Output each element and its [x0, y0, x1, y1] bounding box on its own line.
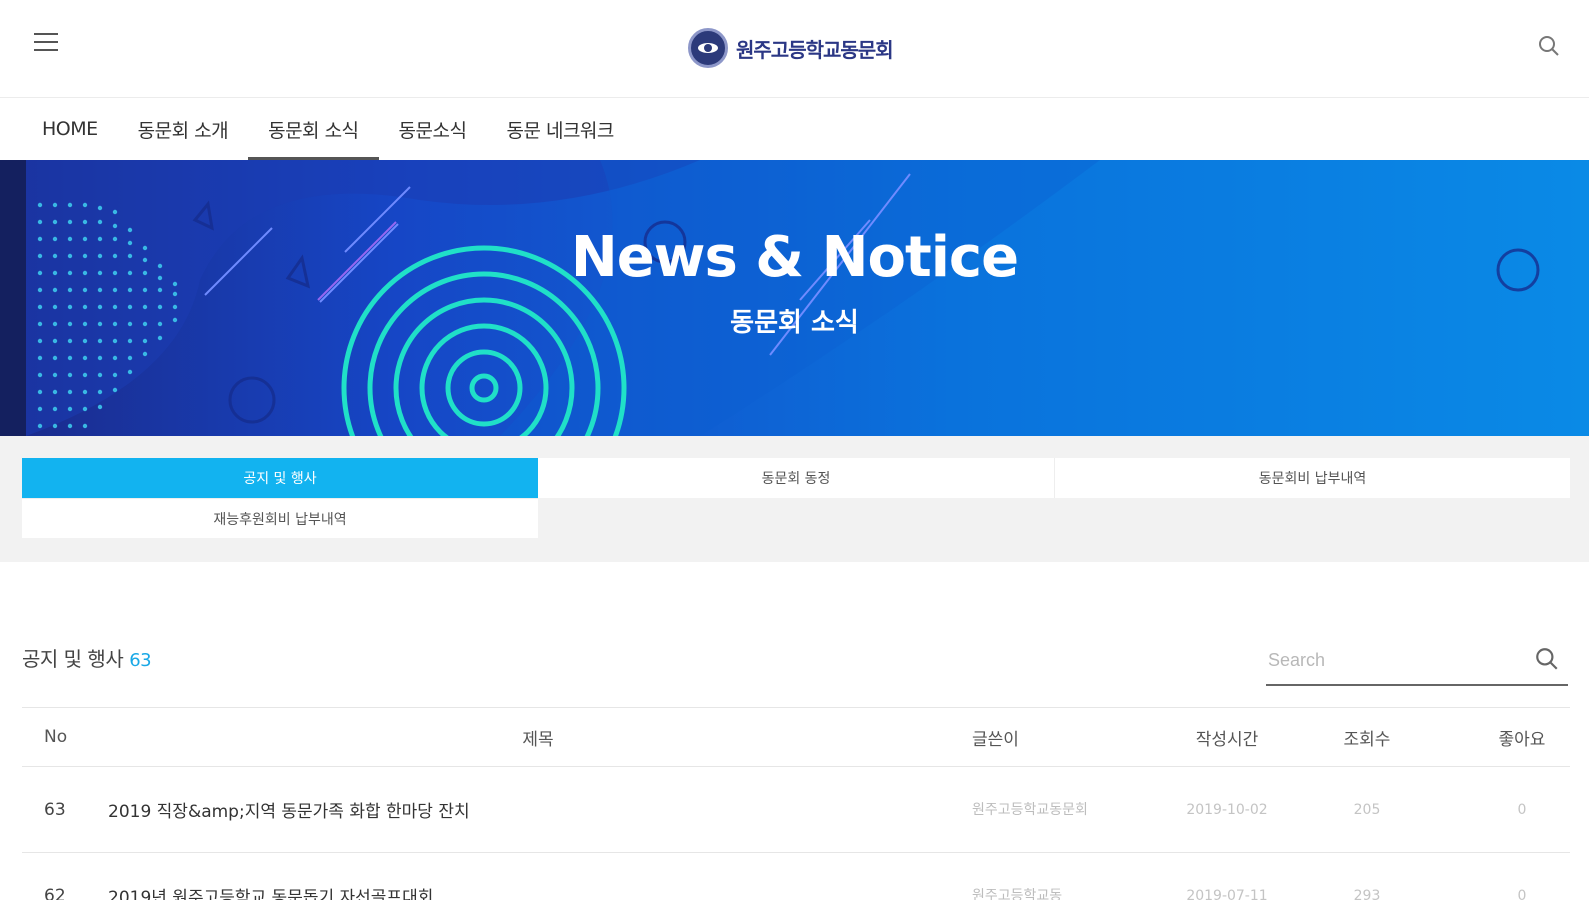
search-input[interactable] [1268, 644, 1518, 676]
row-likes: 0 [1517, 887, 1527, 900]
site-logo[interactable]: 원주고등학교동문회 [688, 26, 894, 70]
hero-banner: News & Notice 동문회 소식 [0, 160, 1589, 436]
nav-item-news[interactable]: 동문회 소식 [248, 98, 380, 160]
table-row[interactable]: 63 2019 직장&amp;지역 동문가족 화합 한마당 잔치 원주고등학교동… [22, 767, 1570, 853]
banner-left-edge [0, 160, 26, 436]
nav-item-alumni-news[interactable]: 동문소식 [379, 98, 487, 160]
col-no: No [44, 727, 68, 747]
row-likes: 0 [1517, 801, 1527, 818]
table-row[interactable]: 62 2019년 원주고등학교 동문돕기 자선골프대회 원주고등학교동 2019… [22, 853, 1570, 900]
col-title: 제목 [522, 729, 554, 750]
board-title: 공지 및 행사 63 [22, 643, 152, 672]
main-nav: HOME 동문회 소개 동문회 소식 동문소식 동문 네크워크 [0, 98, 1589, 160]
row-title-link[interactable]: 2019 직장&amp;지역 동문가족 화합 한마당 잔치 [108, 767, 968, 852]
col-date: 작성시간 [1195, 729, 1259, 750]
board-search [1266, 636, 1568, 686]
row-date: 2019-10-02 [1186, 801, 1268, 818]
nav-item-network[interactable]: 동문 네크워크 [486, 98, 633, 160]
row-no: 62 [44, 885, 66, 900]
nav-item-home[interactable]: HOME [22, 98, 118, 160]
row-writer: 원주고등학교동 [972, 887, 1063, 900]
post-count: 63 [129, 650, 152, 671]
tab-notice-events[interactable]: 공지 및 행사 [22, 458, 538, 498]
category-tabs: 공지 및 행사 동문회 동정 동문회비 납부내역 재능후원회비 납부내역 [0, 436, 1589, 562]
board-title-text: 공지 및 행사 [22, 647, 124, 671]
tab-alumni-activities[interactable]: 동문회 동정 [538, 458, 1054, 498]
nav-item-about[interactable]: 동문회 소개 [118, 98, 248, 160]
row-date: 2019-07-11 [1186, 887, 1268, 900]
logo-emblem-icon [688, 28, 728, 68]
row-views: 205 [1353, 801, 1381, 818]
table-header: No 제목 글쓴이 작성시간 조회수 좋아요 [22, 707, 1570, 767]
row-views: 293 [1353, 887, 1381, 900]
banner-subtitle: 동문회 소식 [730, 308, 859, 338]
hamburger-icon[interactable] [34, 33, 60, 55]
logo-text: 원주고등학교동문회 [736, 37, 894, 62]
col-likes: 좋아요 [1498, 729, 1546, 750]
post-table: No 제목 글쓴이 작성시간 조회수 좋아요 63 2019 직장&amp;지역… [22, 707, 1570, 900]
row-no: 63 [44, 799, 66, 820]
col-views: 조회수 [1343, 729, 1391, 750]
col-writer: 글쓴이 [972, 729, 1019, 750]
tab-sponsorship-payments[interactable]: 재능후원회비 납부내역 [22, 498, 538, 538]
search-icon[interactable] [1537, 34, 1561, 58]
tab-dues-payments[interactable]: 동문회비 납부내역 [1054, 458, 1570, 498]
site-header: 원주고등학교동문회 [0, 0, 1589, 98]
row-title-link[interactable]: 2019년 원주고등학교 동문돕기 자선골프대회 [108, 853, 968, 900]
banner-title: News & Notice [570, 225, 1019, 290]
search-icon[interactable] [1534, 646, 1560, 672]
banner-decoration [26, 160, 1540, 436]
row-writer: 원주고등학교동문회 [972, 801, 1088, 818]
